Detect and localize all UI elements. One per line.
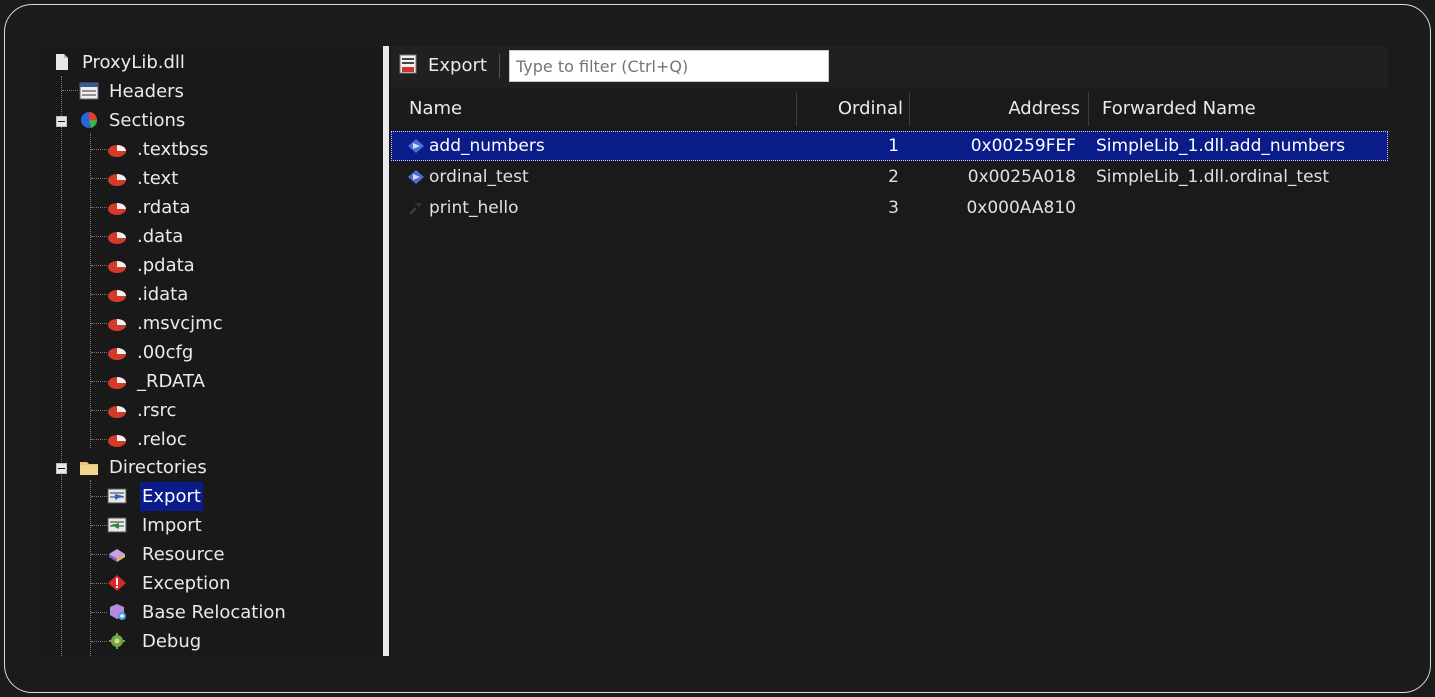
cell-name: ordinal_test: [429, 167, 529, 187]
headers-table-icon: [79, 82, 99, 100]
column-divider[interactable]: [796, 92, 797, 126]
tree-connector: [91, 439, 107, 440]
cell-address: 0x0025A018: [967, 167, 1076, 187]
tree-item-label: _RDATA: [137, 371, 205, 392]
section-icon: [108, 348, 126, 360]
column-header-forwarded-name[interactable]: Forwarded Name: [1102, 90, 1256, 128]
cell-forwarded-name: SimpleLib_1.dll.ordinal_test: [1096, 167, 1330, 187]
tree-item-label: Base Relocation: [142, 602, 286, 623]
cell-address: 0x000AA810: [966, 198, 1076, 218]
tree-item-label: ProxyLib.dll: [82, 52, 185, 73]
tree-connector: [91, 612, 107, 613]
section-icon: [108, 203, 126, 215]
panel-splitter[interactable]: [381, 46, 391, 656]
section-icon: [108, 319, 126, 331]
pe-viewer-app: ProxyLib.dll Headers Sections .textbss .t…: [40, 46, 1388, 656]
tree-item-label: Exception: [142, 573, 231, 594]
tree-connector: [91, 294, 107, 295]
column-header-ordinal[interactable]: Ordinal: [811, 90, 903, 128]
tree-connector: [61, 76, 62, 656]
tree-connector: [91, 323, 107, 324]
cell-address: 0x00259FEF: [970, 136, 1076, 156]
tree-connector: [91, 381, 107, 382]
tree-connector: [91, 641, 107, 642]
tree-panel: ProxyLib.dll Headers Sections .textbss .t…: [40, 46, 380, 656]
tree-item-label: Headers: [109, 81, 184, 102]
filter-input[interactable]: [509, 50, 829, 82]
tree-connector: [90, 480, 91, 656]
exported-function-icon: [408, 139, 424, 153]
tree-connector: [91, 352, 107, 353]
tree-connector: [91, 496, 107, 497]
section-icon: [108, 145, 126, 157]
cell-ordinal: 2: [888, 167, 899, 187]
section-icon: [108, 406, 126, 418]
tree-item-label: Export: [140, 482, 203, 511]
import-directory-icon: [107, 517, 127, 533]
dll-file-icon: [56, 54, 68, 70]
tree-connector: [91, 207, 107, 208]
tree-item-label: .rdata: [137, 197, 191, 218]
tree-connector: [91, 525, 107, 526]
section-icon: [108, 435, 126, 447]
tree-connector: [62, 90, 78, 91]
export-title: Export: [428, 55, 487, 76]
tree-item-label: .rsrc: [137, 400, 177, 421]
cell-name: add_numbers: [429, 136, 545, 156]
section-icon: [108, 290, 126, 302]
debug-gear-icon: [109, 633, 125, 649]
resource-icon: [109, 549, 125, 562]
collapse-sections-toggle[interactable]: [56, 116, 67, 127]
folder-icon: [80, 462, 98, 475]
cell-forwarded-name: SimpleLib_1.dll.add_numbers: [1096, 136, 1346, 156]
tree-item-label: .reloc: [137, 429, 187, 450]
exported-function-icon: [408, 170, 424, 184]
export-panel: Export Name Ordinal Address Forwarded Na…: [391, 46, 1388, 656]
tree-connector: [90, 133, 91, 448]
tree-item-label: Sections: [109, 110, 186, 131]
collapse-directories-toggle[interactable]: [56, 463, 67, 474]
tree-item-label: Directories: [109, 457, 207, 478]
section-icon: [108, 174, 126, 186]
splitter-bar[interactable]: [383, 46, 389, 656]
tree-connector: [91, 583, 107, 584]
export-directory-icon: [107, 488, 127, 504]
table-row[interactable]: add_numbers 1 0x00259FEF SimpleLib_1.dll.ad…: [391, 131, 1388, 161]
cell-name: print_hello: [429, 198, 519, 218]
cell-ordinal: 1: [888, 136, 899, 156]
column-divider[interactable]: [1088, 92, 1089, 126]
section-icon: [108, 232, 126, 244]
tree-item-label: .data: [137, 226, 184, 247]
tree-connector: [91, 236, 107, 237]
pie-chart-icon: [81, 112, 98, 128]
base-relocation-icon: [110, 604, 126, 620]
tree-connector: [91, 178, 107, 179]
cell-ordinal: 3: [888, 198, 899, 218]
column-header-name[interactable]: Name: [409, 90, 462, 128]
toolbar-separator: [499, 54, 500, 78]
column-header-address[interactable]: Address: [951, 90, 1080, 128]
export-document-icon: [399, 54, 417, 74]
section-icon: [108, 377, 126, 389]
column-divider[interactable]: [909, 92, 910, 126]
tree-connector: [91, 410, 107, 411]
tree-item-label: .pdata: [137, 255, 195, 276]
tree-item-label: Import: [142, 515, 202, 536]
tree-item-label: .textbss: [137, 139, 209, 160]
table-row[interactable]: print_hello 3 0x000AA810: [391, 193, 1388, 223]
tree-item-label: Debug: [142, 631, 202, 652]
tree-connector: [91, 554, 107, 555]
export-toolbar: Export: [391, 46, 1388, 88]
section-icon: [108, 261, 126, 273]
function-pin-icon: [409, 203, 422, 215]
tree-item-label: .idata: [137, 284, 189, 305]
exception-warning-icon: [108, 575, 126, 591]
tree-connector: [91, 149, 107, 150]
tree-item-label: .00cfg: [137, 342, 194, 363]
tree-item-label: .text: [137, 168, 179, 189]
tree-item-label: Resource: [142, 544, 225, 565]
table-row[interactable]: ordinal_test 2 0x0025A018 SimpleLib_1.dll.o…: [391, 162, 1388, 192]
tree-item-label: .msvcjmc: [137, 313, 223, 334]
tree-connector: [91, 265, 107, 266]
